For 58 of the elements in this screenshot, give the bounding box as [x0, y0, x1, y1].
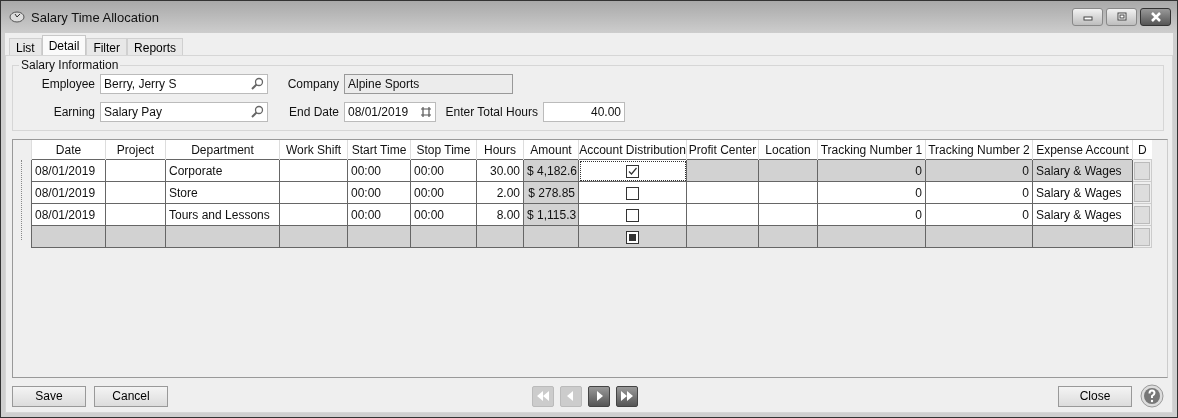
- tab[interactable]: Reports: [127, 38, 184, 56]
- table-cell: Corporate: [165, 159, 280, 182]
- column-header[interactable]: Amount: [523, 140, 579, 160]
- table-cell: 08/01/2019: [31, 203, 106, 226]
- minimize-icon: [1081, 13, 1094, 21]
- field-label: End Date: [287, 105, 340, 119]
- checkbox[interactable]: [626, 208, 639, 222]
- field-label: Employee: [40, 77, 96, 91]
- close-icon: [1148, 12, 1163, 22]
- search-icon: [250, 105, 264, 119]
- table-cell: 0: [925, 159, 1033, 182]
- column-header[interactable]: Tracking Number 1: [817, 140, 926, 160]
- tab[interactable]: List: [9, 38, 42, 56]
- maximize-icon: [1115, 12, 1128, 22]
- column-header[interactable]: Start Time: [347, 140, 411, 160]
- table-cell: 0: [817, 159, 926, 182]
- help-icon[interactable]: [1140, 384, 1164, 408]
- column-header[interactable]: Hours: [476, 140, 524, 160]
- column-header[interactable]: Department: [165, 140, 280, 160]
- checkbox[interactable]: [626, 186, 639, 200]
- column-header[interactable]: Work Shift: [279, 140, 348, 160]
- action-button[interactable]: Save: [12, 385, 86, 407]
- table-cell: $ 4,182.6: [523, 159, 579, 182]
- table-cell: 00:00: [347, 159, 411, 182]
- table-cell: Salary & Wages: [1032, 159, 1133, 182]
- column-header[interactable]: Location: [758, 140, 818, 160]
- action-button[interactable]: Cancel: [94, 385, 168, 407]
- tab[interactable]: Filter: [86, 38, 128, 56]
- column-header[interactable]: Account Distribution: [578, 140, 687, 160]
- field-label: Enter Total Hours: [444, 105, 539, 119]
- field-label: Earning: [52, 105, 96, 119]
- group-title: Salary Information: [20, 58, 120, 72]
- minimize-button[interactable]: [1072, 8, 1103, 26]
- window-title: Salary Time Allocation: [31, 9, 159, 25]
- calendar-icon: [420, 106, 432, 118]
- input-field[interactable]: 40.00: [543, 102, 625, 122]
- close-button[interactable]: [1140, 8, 1171, 26]
- input-field[interactable]: Salary Pay: [100, 102, 268, 122]
- input-field: Alpine Sports: [344, 74, 513, 94]
- table-cell: 30.00: [476, 159, 524, 182]
- column-header[interactable]: Expense Account: [1032, 140, 1133, 160]
- column-header[interactable]: Date: [31, 140, 106, 160]
- clock-icon: [9, 11, 25, 23]
- table-cell: 00:00: [410, 159, 477, 182]
- column-header[interactable]: Stop Time: [410, 140, 477, 160]
- table-cell: 08/01/2019: [31, 159, 106, 182]
- column-header[interactable]: D: [1132, 140, 1152, 160]
- date-field[interactable]: 08/01/2019: [344, 102, 436, 122]
- table-cell: 08/01/2019: [31, 181, 106, 204]
- close-button[interactable]: Close: [1058, 385, 1132, 407]
- search-icon: [250, 77, 264, 91]
- input-field[interactable]: Berry, Jerry S: [100, 74, 268, 94]
- field-label: Company: [286, 77, 340, 91]
- column-header[interactable]: Project: [105, 140, 166, 160]
- column-header[interactable]: Profit Center: [686, 140, 759, 160]
- checkbox[interactable]: [626, 230, 639, 244]
- column-header[interactable]: Tracking Number 2: [925, 140, 1033, 160]
- checkbox[interactable]: [626, 164, 639, 178]
